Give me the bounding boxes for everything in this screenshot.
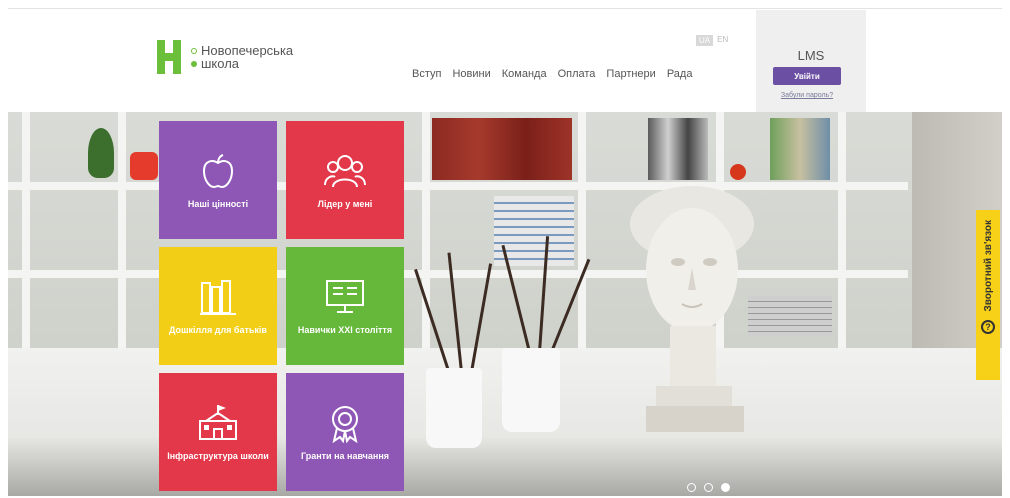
- school-building-icon: [199, 405, 237, 440]
- plant: [88, 128, 114, 178]
- award-icon: [332, 406, 358, 443]
- people-icon: [324, 155, 366, 188]
- lms-login-button[interactable]: Увійти: [773, 67, 841, 85]
- nav-item-team[interactable]: Команда: [502, 68, 547, 80]
- shelf-post: [422, 112, 430, 362]
- feedback-tab[interactable]: Зворотний зв'язок ?: [976, 210, 1000, 380]
- books-icon: [200, 280, 236, 315]
- tile-grants[interactable]: Гранти на навчання: [286, 373, 404, 491]
- tile-preschool-label: Дошкілля для батьків: [169, 325, 267, 335]
- red-object: [130, 152, 158, 180]
- nav-item-payment[interactable]: Оплата: [558, 68, 596, 80]
- brush-cup: [426, 368, 482, 448]
- tile-values-label: Наші цінності: [187, 199, 249, 209]
- shelf-post: [578, 112, 586, 362]
- monitor-icon: [326, 280, 364, 313]
- nav-item-partners[interactable]: Партнери: [606, 68, 655, 80]
- carousel-dots: [687, 483, 730, 492]
- tile-infrastructure-label: Інфраструктура школи: [167, 451, 269, 461]
- forgot-password-link[interactable]: Забули пароль?: [756, 92, 858, 99]
- nav-item-admission[interactable]: Вступ: [412, 68, 441, 80]
- carousel-dot-2[interactable]: [704, 483, 713, 492]
- books-red: [432, 118, 572, 180]
- carousel-dot-3[interactable]: [721, 483, 730, 492]
- lang-en[interactable]: EN: [717, 35, 728, 46]
- logo-mark-icon: [157, 40, 185, 74]
- tile-skills-label: Навички XXI століття: [297, 325, 393, 335]
- logo-line-2: школа: [201, 56, 240, 71]
- nav-item-news[interactable]: Новини: [452, 68, 490, 80]
- feedback-label: Зворотний зв'язок: [982, 220, 994, 312]
- brush-cup: [502, 348, 560, 432]
- books-grey: [648, 118, 708, 180]
- shelf-post: [118, 112, 126, 362]
- books-art: [770, 118, 830, 180]
- tile-grants-label: Гранти на навчання: [300, 451, 390, 461]
- tile-leader[interactable]: Лідер у мені: [286, 121, 404, 239]
- tile-values[interactable]: Наші цінності: [159, 121, 277, 239]
- language-switcher: UA EN: [696, 35, 728, 46]
- shelf-post: [22, 112, 30, 362]
- nav-item-council[interactable]: Рада: [667, 68, 693, 80]
- tile-infrastructure[interactable]: Інфраструктура школи: [159, 373, 277, 491]
- site-logo[interactable]: Новопечерська школа: [157, 40, 293, 74]
- lang-ua[interactable]: UA: [696, 35, 714, 46]
- lms-title: LMS: [797, 48, 825, 63]
- main-nav: Вступ Новини Команда Оплата Партнери Рад…: [412, 68, 692, 80]
- shelf-post: [838, 112, 846, 362]
- plaster-bust: [630, 186, 754, 432]
- tile-preschool[interactable]: Дошкілля для батьків: [159, 247, 277, 365]
- question-icon: ?: [981, 319, 995, 334]
- carousel-dot-1[interactable]: [687, 483, 696, 492]
- hero-slider: [8, 112, 1002, 496]
- lms-login-panel: LMS Увійти Забули пароль?: [756, 10, 866, 112]
- tile-leader-label: Лідер у мені: [317, 199, 373, 209]
- logo-text: Новопечерська школа: [191, 44, 293, 70]
- apple-icon: [202, 154, 234, 189]
- tile-skills[interactable]: Навички XXI століття: [286, 247, 404, 365]
